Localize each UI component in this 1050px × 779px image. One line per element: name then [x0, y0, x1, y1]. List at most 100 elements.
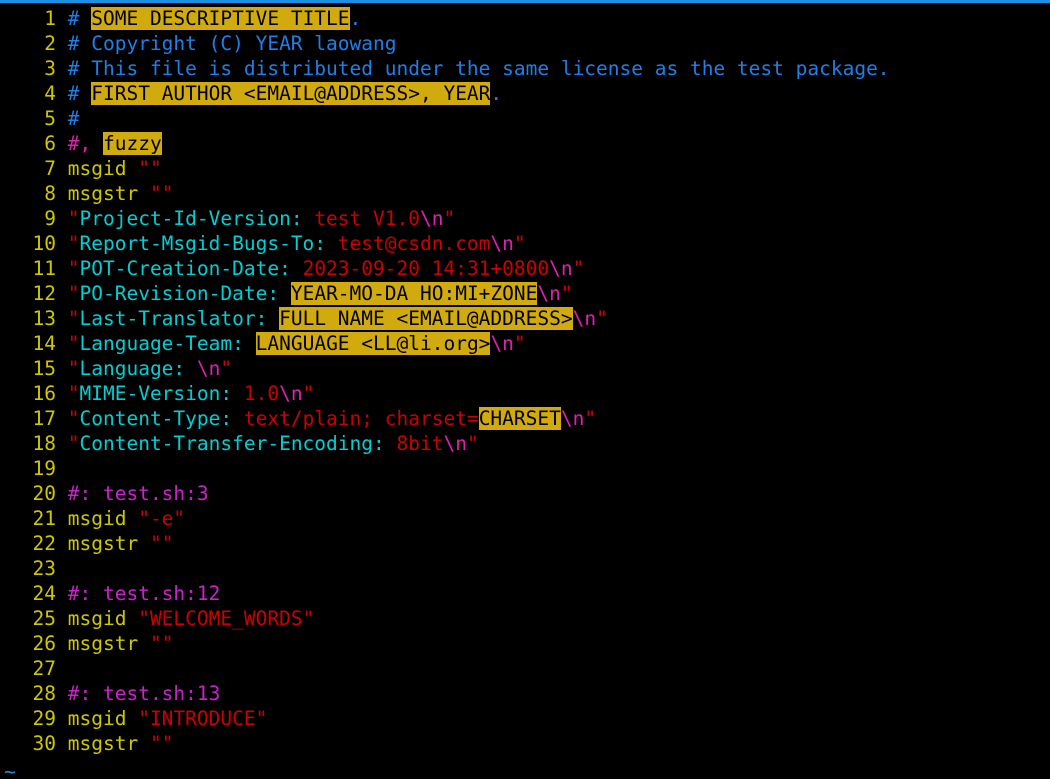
code-line[interactable]: 30 msgstr "" — [0, 731, 1050, 756]
code-token: msgstr — [67, 532, 139, 555]
line-number: 25 — [32, 607, 56, 630]
code-line[interactable]: 20 #: test.sh:3 — [0, 481, 1050, 506]
code-token: Report-Msgid-Bugs-To: — [79, 232, 327, 255]
gutter-gap — [56, 107, 68, 130]
code-token: " — [596, 307, 608, 330]
line-number: 10 — [32, 232, 56, 255]
code-token: " — [513, 232, 526, 255]
code-token: " — [220, 357, 233, 380]
code-token: msgstr — [67, 632, 139, 655]
code-token: 1.0 — [243, 382, 280, 405]
code-line[interactable]: 3 # This file is distributed under the s… — [0, 56, 1050, 81]
line-number: 16 — [32, 382, 56, 405]
code-token: Content-Transfer-Encoding: — [79, 432, 385, 455]
code-token: #: — [67, 682, 92, 705]
code-line[interactable]: 8 msgstr "" — [0, 181, 1050, 206]
line-number: 30 — [32, 732, 56, 755]
line-number: 20 — [32, 482, 56, 505]
code-line[interactable]: 17 "Content-Type: text/plain; charset=CH… — [0, 406, 1050, 431]
code-line[interactable]: 4 # FIRST AUTHOR <EMAIL@ADDRESS>, YEAR. — [0, 81, 1050, 106]
code-line[interactable]: 26 msgstr "" — [0, 631, 1050, 656]
code-token: " — [67, 207, 80, 230]
code-token: "" — [149, 732, 174, 755]
code-token: Content-Type: — [79, 407, 233, 430]
code-token: " — [572, 257, 585, 280]
line-number: 27 — [32, 657, 56, 680]
gutter-gap — [56, 132, 68, 155]
code-line[interactable]: 10 "Report-Msgid-Bugs-To: test@csdn.com\… — [0, 231, 1050, 256]
code-token: "" — [149, 182, 174, 205]
code-token: " — [67, 282, 80, 305]
code-token: 8bit — [396, 432, 444, 455]
code-token: " — [443, 207, 456, 230]
code-line[interactable]: 6 #, fuzzy — [0, 131, 1050, 156]
code-line[interactable]: 7 msgid "" — [0, 156, 1050, 181]
code-token: test.sh:3 — [102, 482, 209, 505]
code-token: # — [67, 82, 80, 105]
code-token: \n — [572, 307, 597, 330]
search-highlight: YEAR-MO-DA HO:MI+ZONE — [290, 282, 538, 305]
line-number: 2 — [44, 32, 56, 55]
code-token: " — [584, 407, 597, 430]
line-number: 28 — [32, 682, 56, 705]
code-token: text/plain; charset= — [243, 407, 479, 430]
code-token: msgstr — [67, 182, 139, 205]
code-token: test@csdn.com — [337, 232, 491, 255]
terminal-window[interactable]: 1 # SOME DESCRIPTIVE TITLE. 2 # Copyright… — [0, 0, 1050, 779]
line-number: 4 — [44, 82, 56, 105]
code-token: 2023-09-20 14:31+0800 — [302, 257, 550, 280]
code-token: \n — [196, 357, 221, 380]
code-token: msgid — [67, 607, 127, 630]
code-token: \n — [419, 207, 444, 230]
code-line[interactable]: 13 "Last-Translator: FULL NAME <EMAIL@AD… — [0, 306, 1050, 331]
code-line[interactable]: 23 — [0, 556, 1050, 581]
gutter-gap — [56, 382, 68, 405]
code-token: Language: — [79, 357, 186, 380]
code-token: msgstr — [67, 732, 139, 755]
code-line[interactable]: 16 "MIME-Version: 1.0\n" — [0, 381, 1050, 406]
gutter-gap — [56, 332, 68, 355]
code-token: test.sh:13 — [102, 682, 221, 705]
code-line[interactable]: 27 — [0, 656, 1050, 681]
editor-buffer[interactable]: 1 # SOME DESCRIPTIVE TITLE. 2 # Copyright… — [0, 6, 1050, 756]
code-line[interactable]: 12 "PO-Revision-Date: YEAR-MO-DA HO:MI+Z… — [0, 281, 1050, 306]
code-token: . — [349, 7, 362, 30]
code-token: msgid — [67, 707, 127, 730]
code-token: \n — [490, 332, 514, 355]
code-line[interactable]: 25 msgid "WELCOME_WORDS" — [0, 606, 1050, 631]
code-line[interactable]: 9 "Project-Id-Version: test V1.0\n" — [0, 206, 1050, 231]
code-line[interactable]: 28 #: test.sh:13 — [0, 681, 1050, 706]
code-line[interactable]: 14 "Language-Team: LANGUAGE <LL@li.org>\… — [0, 331, 1050, 356]
code-line[interactable]: 5 # — [0, 106, 1050, 131]
code-line[interactable]: 21 msgid "-e" — [0, 506, 1050, 531]
line-number: 26 — [32, 632, 56, 655]
code-token: #, — [67, 132, 92, 155]
code-line[interactable]: 24 #: test.sh:12 — [0, 581, 1050, 606]
code-line[interactable]: 29 msgid "INTRODUCE" — [0, 706, 1050, 731]
code-line[interactable]: 19 — [0, 456, 1050, 481]
code-line[interactable]: 1 # SOME DESCRIPTIVE TITLE. — [0, 6, 1050, 31]
gutter-gap — [56, 707, 68, 730]
gutter-gap — [56, 407, 68, 430]
code-line[interactable]: 22 msgstr "" — [0, 531, 1050, 556]
code-token: "INTRODUCE" — [138, 707, 268, 730]
code-line[interactable]: 11 "POT-Creation-Date: 2023-09-20 14:31+… — [0, 256, 1050, 281]
code-token: \n — [549, 257, 573, 280]
line-number: 5 — [44, 107, 56, 130]
code-token: "" — [138, 157, 162, 180]
gutter-gap — [56, 32, 68, 55]
code-line[interactable]: 15 "Language: \n" — [0, 356, 1050, 381]
gutter-gap — [56, 582, 68, 605]
code-token: Project-Id-Version: — [79, 207, 303, 230]
code-line[interactable]: 2 # Copyright (C) YEAR laowang — [0, 31, 1050, 56]
line-number: 13 — [32, 307, 56, 330]
code-line[interactable]: 18 "Content-Transfer-Encoding: 8bit\n" — [0, 431, 1050, 456]
